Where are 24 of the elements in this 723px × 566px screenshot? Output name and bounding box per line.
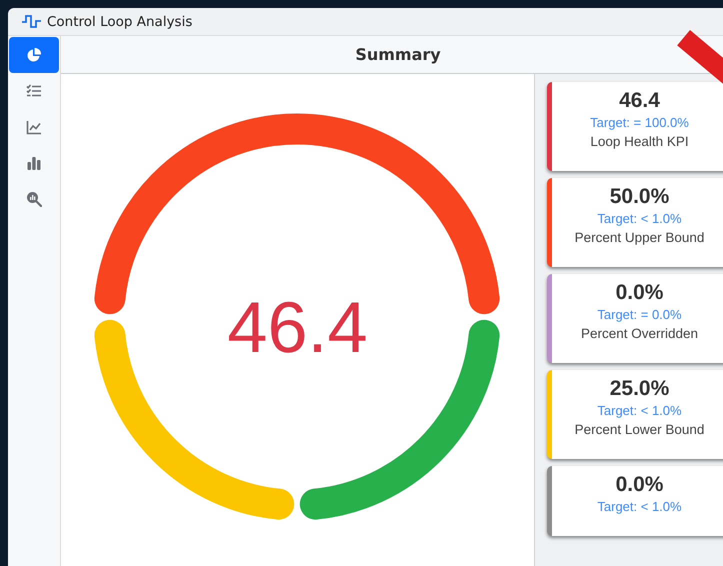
kpi-target: Target: = 100.0% — [590, 114, 689, 132]
gauge-value: 46.4 — [227, 288, 368, 368]
kpi-value: 50.0% — [610, 184, 670, 210]
chart-search-icon — [26, 191, 42, 207]
kpi-value: 46.4 — [619, 88, 660, 114]
checklist-icon — [26, 84, 42, 98]
square-wave-icon — [22, 15, 41, 28]
kpi-target: Target: < 1.0% — [597, 210, 682, 228]
kpi-value: 0.0% — [616, 280, 664, 306]
kpi-target: Target: = 0.0% — [597, 306, 682, 324]
bar-chart-icon — [27, 156, 41, 170]
sidebar-tab[interactable] — [9, 37, 59, 73]
line-chart-icon — [26, 120, 42, 134]
kpi-value: 25.0% — [610, 376, 670, 402]
kpi-label: Loop Health KPI — [590, 133, 689, 151]
kpi-target: Target: < 1.0% — [597, 498, 682, 516]
window-title: Control Loop Analysis — [47, 14, 192, 30]
kpi-value: 0.0% — [616, 472, 664, 498]
kpi-label: Percent Lower Bound — [574, 421, 704, 439]
pie-chart-icon — [26, 47, 42, 63]
page-title: Summary — [355, 45, 441, 64]
kpi-label: Percent Upper Bound — [574, 229, 704, 247]
kpi-target: Target: < 1.0% — [597, 402, 682, 420]
kpi-label: Percent Overridden — [580, 325, 698, 343]
